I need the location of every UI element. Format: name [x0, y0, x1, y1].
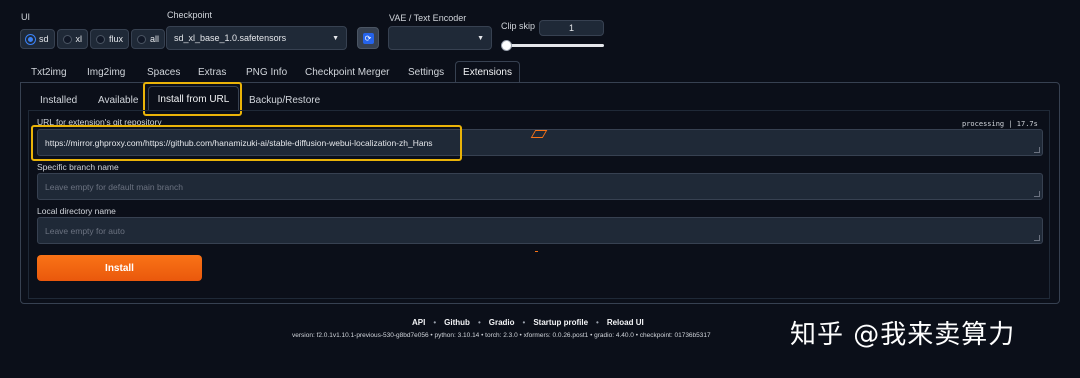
ui-radio-group: sd xl flux all	[20, 29, 166, 49]
vae-select[interactable]: ▼	[388, 26, 492, 50]
tab-checkpoint-merger[interactable]: Checkpoint Merger	[305, 67, 389, 78]
install-button[interactable]: Install	[37, 255, 202, 281]
refresh-checkpoint-button[interactable]: ⟳	[357, 27, 379, 49]
dir-input-placeholder: Leave empty for auto	[45, 225, 125, 236]
ui-option-label: sd	[39, 34, 49, 44]
tab-png-info[interactable]: PNG Info	[246, 67, 287, 78]
footer-link-github[interactable]: Github	[444, 318, 470, 327]
footer-link-api[interactable]: API	[412, 318, 425, 327]
footer-link-gradio[interactable]: Gradio	[489, 318, 515, 327]
ui-option-flux[interactable]: flux	[90, 29, 130, 49]
vae-label: VAE / Text Encoder	[389, 13, 467, 23]
tab-installed[interactable]: Installed	[40, 95, 77, 106]
processing-status: processing | 17.7s	[962, 120, 1038, 128]
footer-separator: •	[433, 318, 437, 327]
ui-option-label: xl	[75, 34, 83, 44]
footer-separator: •	[596, 318, 599, 327]
ui-option-label: all	[150, 34, 160, 44]
branch-input[interactable]: Leave empty for default main branch	[37, 173, 1043, 200]
radio-dot	[96, 34, 106, 44]
radio-dot	[62, 34, 72, 44]
ui-option-label: flux	[109, 34, 124, 44]
dir-field-label: Local directory name	[37, 206, 116, 216]
checkpoint-label: Checkpoint	[167, 10, 213, 20]
highlight-box-url	[31, 125, 462, 161]
watermark: 知乎 @我来卖算力	[790, 320, 1016, 350]
resize-handle-icon[interactable]	[1034, 191, 1040, 197]
ui-option-all[interactable]: all	[131, 29, 166, 49]
tab-img2img[interactable]: Img2img	[87, 67, 125, 78]
ui-label: UI	[21, 12, 30, 22]
branch-field-label: Specific branch name	[37, 162, 119, 172]
resize-handle-icon[interactable]	[1034, 235, 1040, 241]
refresh-icon: ⟳	[362, 32, 374, 44]
radio-dot	[137, 34, 147, 44]
tab-spaces[interactable]: Spaces	[147, 67, 180, 78]
resize-handle-icon[interactable]	[1034, 147, 1040, 153]
chevron-down-icon: ▼	[332, 34, 339, 42]
footer-link-startup-profile[interactable]: Startup profile	[533, 318, 588, 327]
tab-backup-restore[interactable]: Backup/Restore	[249, 95, 320, 106]
tab-extensions[interactable]: Extensions	[455, 61, 520, 83]
loading-dot	[535, 251, 538, 252]
ui-option-xl[interactable]: xl	[56, 29, 89, 49]
chevron-down-icon: ▼	[477, 34, 484, 42]
version-info: version: f2.0.1v1.10.1-previous-530-g8bd…	[292, 332, 711, 339]
branch-input-placeholder: Leave empty for default main branch	[45, 181, 183, 192]
dir-input[interactable]: Leave empty for auto	[37, 217, 1043, 244]
footer-links: API • Github • Gradio • Startup profile …	[412, 318, 644, 327]
tab-settings[interactable]: Settings	[408, 67, 444, 78]
footer-separator: •	[522, 318, 526, 327]
ui-option-sd[interactable]: sd	[20, 29, 55, 49]
clip-skip-input[interactable]: 1	[539, 20, 604, 36]
footer-separator: •	[477, 318, 481, 327]
checkpoint-select[interactable]: sd_xl_base_1.0.safetensors ▼	[166, 26, 347, 50]
radio-dot-selected	[26, 34, 35, 44]
checkpoint-value: sd_xl_base_1.0.safetensors	[174, 33, 287, 43]
tab-txt2img[interactable]: Txt2img	[31, 67, 67, 78]
clip-skip-slider-track[interactable]	[503, 44, 604, 47]
tab-extras[interactable]: Extras	[198, 67, 226, 78]
tab-available[interactable]: Available	[98, 95, 138, 106]
clip-skip-slider-knob[interactable]	[501, 40, 512, 51]
footer-link-reload-ui[interactable]: Reload UI	[607, 318, 644, 327]
clip-skip-label: Clip skip	[501, 21, 536, 31]
